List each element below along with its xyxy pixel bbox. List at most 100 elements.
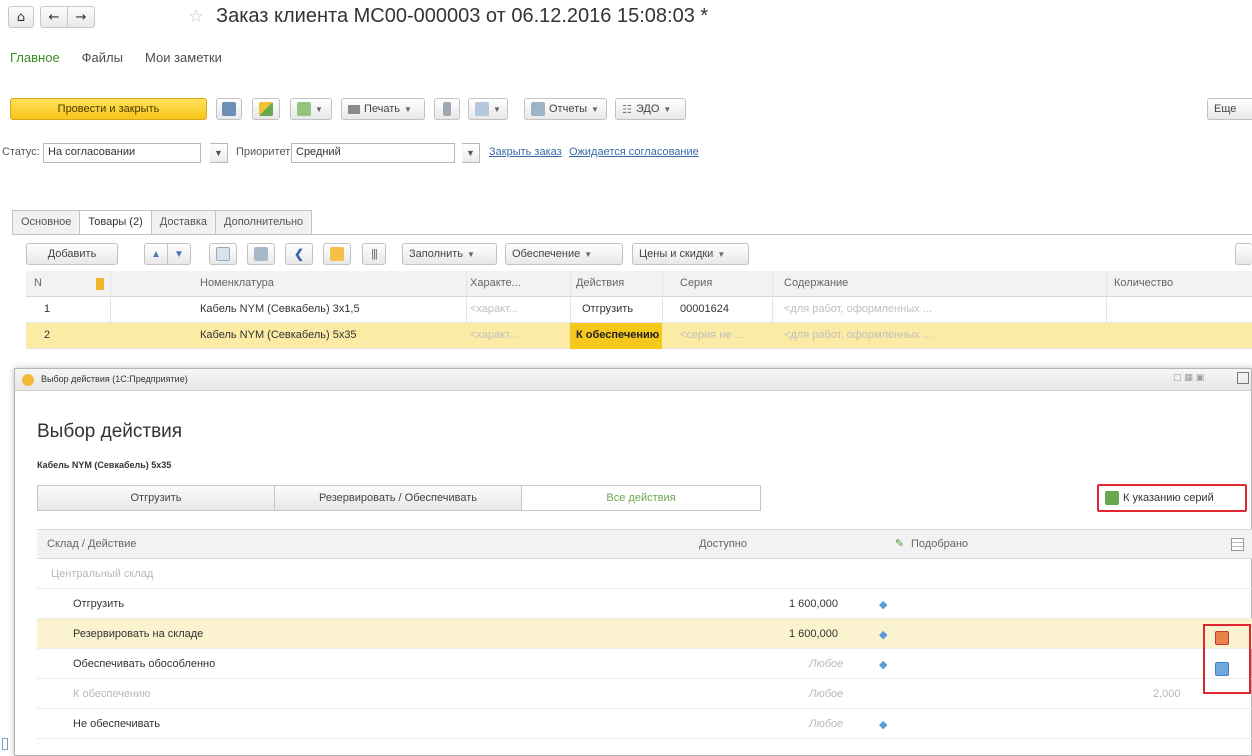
chevron-down-icon: ▼ [404,104,412,114]
create-based-icon [297,102,311,116]
floppy-icon [222,102,236,116]
reports-button[interactable]: Отчеты ▼ [524,98,607,120]
home-button[interactable]: ⌂ [8,6,34,28]
available-value: 1 600,000 [789,628,838,640]
col-warehouse-action[interactable]: Склад / Действие [47,538,136,550]
priority-dropdown-button[interactable]: ▼ [462,143,480,163]
table-row[interactable]: 2 Кабель NYM (Севкабель) 5х35 <характ...… [26,323,1252,349]
more-button[interactable]: Еще [1207,98,1252,120]
barcode-button[interactable]: ||| [362,243,386,265]
dialog-table-header: Склад / Действие Доступно ✎ Подобрано [37,529,1252,559]
section-notes[interactable]: Мои заметки [145,50,222,65]
col-characteristic[interactable]: Характе... [470,277,521,289]
import-button[interactable] [247,243,275,265]
create-based-on-button[interactable]: ▼ [290,98,332,120]
table-row[interactable]: 1 Кабель NYM (Севкабель) 3х1,5 <характ..… [26,297,1252,323]
print-button[interactable]: Печать ▼ [341,98,425,120]
pending-approval-link[interactable]: Ожидается согласование [569,146,699,158]
structure-button[interactable] [434,98,460,120]
tab-main[interactable]: Основное [12,210,81,234]
close-order-link[interactable]: Закрыть заказ [489,146,562,158]
row-content[interactable]: <для работ, оформленных ... [784,303,932,315]
move-down-button[interactable]: ▼ [167,243,191,265]
row-content[interactable]: <для работ, оформленных ... [784,329,932,341]
arrow-up-icon: ▲ [151,248,161,260]
picked-value[interactable]: 2,000 [1153,688,1181,700]
post-button[interactable] [252,98,280,120]
chevron-down-icon: ▼ [717,249,726,259]
row-characteristic[interactable]: <характ... [470,329,518,341]
table-row[interactable]: К обеспечению Любое 2,000 [37,679,1252,709]
col-series[interactable]: Серия [680,277,712,289]
pick-marker-icon[interactable]: ◆ [879,718,887,731]
row-series[interactable]: <серия не ... [680,329,744,341]
chevron-down-icon: ▼ [493,104,501,114]
section-files[interactable]: Файлы [82,50,123,65]
barcode-icon: ||| [371,248,378,260]
col-item[interactable]: Номенклатура [200,277,274,289]
cancel-pick-icon[interactable] [1215,631,1229,645]
pick-marker-icon[interactable]: ◆ [879,598,887,611]
row-characteristic[interactable]: <характ... [470,303,518,315]
tab-goods[interactable]: Товары (2) [79,210,152,235]
table-row[interactable]: Резервировать на складе 1 600,000 ◆ [37,619,1252,649]
priority-field[interactable]: Средний [291,143,455,163]
row-number: 1 [44,303,51,315]
row-item[interactable]: Кабель NYM (Севкабель) 5х35 [200,329,357,341]
status-dropdown-button[interactable]: ▼ [210,143,228,163]
to-serials-button[interactable]: К указанию серий [1097,484,1247,512]
tab-delivery[interactable]: Доставка [150,210,216,234]
row-action[interactable]: Отгрузить [582,303,633,315]
section-main[interactable]: Главное [10,50,60,65]
table-row[interactable]: Не обеспечивать Любое ◆ [37,709,1252,739]
table-row[interactable]: Центральный склад [37,559,1252,589]
table-row[interactable]: Отгрузить 1 600,000 ◆ [37,589,1252,619]
search-field-edge[interactable] [1235,243,1252,265]
dialog-tool-icons[interactable]: □ ▦ ▣ [1173,373,1204,383]
journal-button[interactable]: ▼ [468,98,508,120]
row-action[interactable]: К обеспечению [570,323,662,349]
chevron-down-icon: ▼ [663,104,672,114]
col-quantity[interactable]: Количество [1114,277,1173,289]
star-icon[interactable]: ☆ [188,6,204,27]
dialog-titlebar[interactable]: Выбор действия (1С:Предприятие) □ ▦ ▣ [15,369,1251,391]
app-1c-icon [22,374,34,386]
grid-settings-icon[interactable] [1231,538,1244,551]
row-item[interactable]: Кабель NYM (Севкабель) 3х1,5 [200,303,360,315]
segment-all-actions[interactable]: Все действия [521,485,761,511]
grid-header: N Номенклатура Характе... Действия Серия… [26,271,1252,297]
save-button[interactable] [216,98,242,120]
serials-icon [1105,491,1119,505]
fill-button[interactable]: Заполнить ▼ [402,243,497,265]
back-button[interactable]: ← [40,6,68,28]
row-series[interactable]: 00001624 [680,303,729,315]
pick-marker-icon[interactable]: ◆ [879,628,887,641]
post-and-close-button[interactable]: Провести и закрыть [10,98,207,120]
edo-button[interactable]: ☷ ЭДО ▼ [615,98,686,120]
col-picked[interactable]: Подобрано [911,538,968,550]
move-up-button[interactable]: ▲ [144,243,168,265]
pick-all-icon[interactable] [1215,662,1229,676]
arrow-down-icon: ▼ [174,248,184,260]
chevron-down-icon: ▼ [591,104,599,114]
col-n[interactable]: N [34,277,42,289]
col-actions[interactable]: Действия [576,277,624,289]
col-content[interactable]: Содержание [784,277,848,289]
segment-reserve[interactable]: Резервировать / Обеспечивать [274,485,522,511]
forward-button[interactable]: → [67,6,95,28]
split-row-button[interactable]: ❮ [285,243,313,265]
prices-discounts-button[interactable]: Цены и скидки ▼ [632,243,749,265]
restore-window-icon[interactable] [1237,372,1249,384]
copy-row-button[interactable] [209,243,237,265]
pick-marker-icon[interactable]: ◆ [879,658,887,671]
col-available[interactable]: Доступно [699,538,747,550]
add-row-button[interactable]: Добавить [26,243,118,265]
pick-goods-button[interactable] [323,243,351,265]
provision-button[interactable]: Обеспечение ▼ [505,243,623,265]
tab-additional[interactable]: Дополнительно [215,210,313,234]
table-row[interactable]: Обеспечивать обособленно Любое ◆ [37,649,1252,679]
section-panel: Главное Файлы Мои заметки [10,50,222,65]
status-field[interactable]: На согласовании [43,143,201,163]
dialog-item-name: Кабель NYM (Севкабель) 5х35 [37,460,172,470]
segment-ship[interactable]: Отгрузить [37,485,275,511]
